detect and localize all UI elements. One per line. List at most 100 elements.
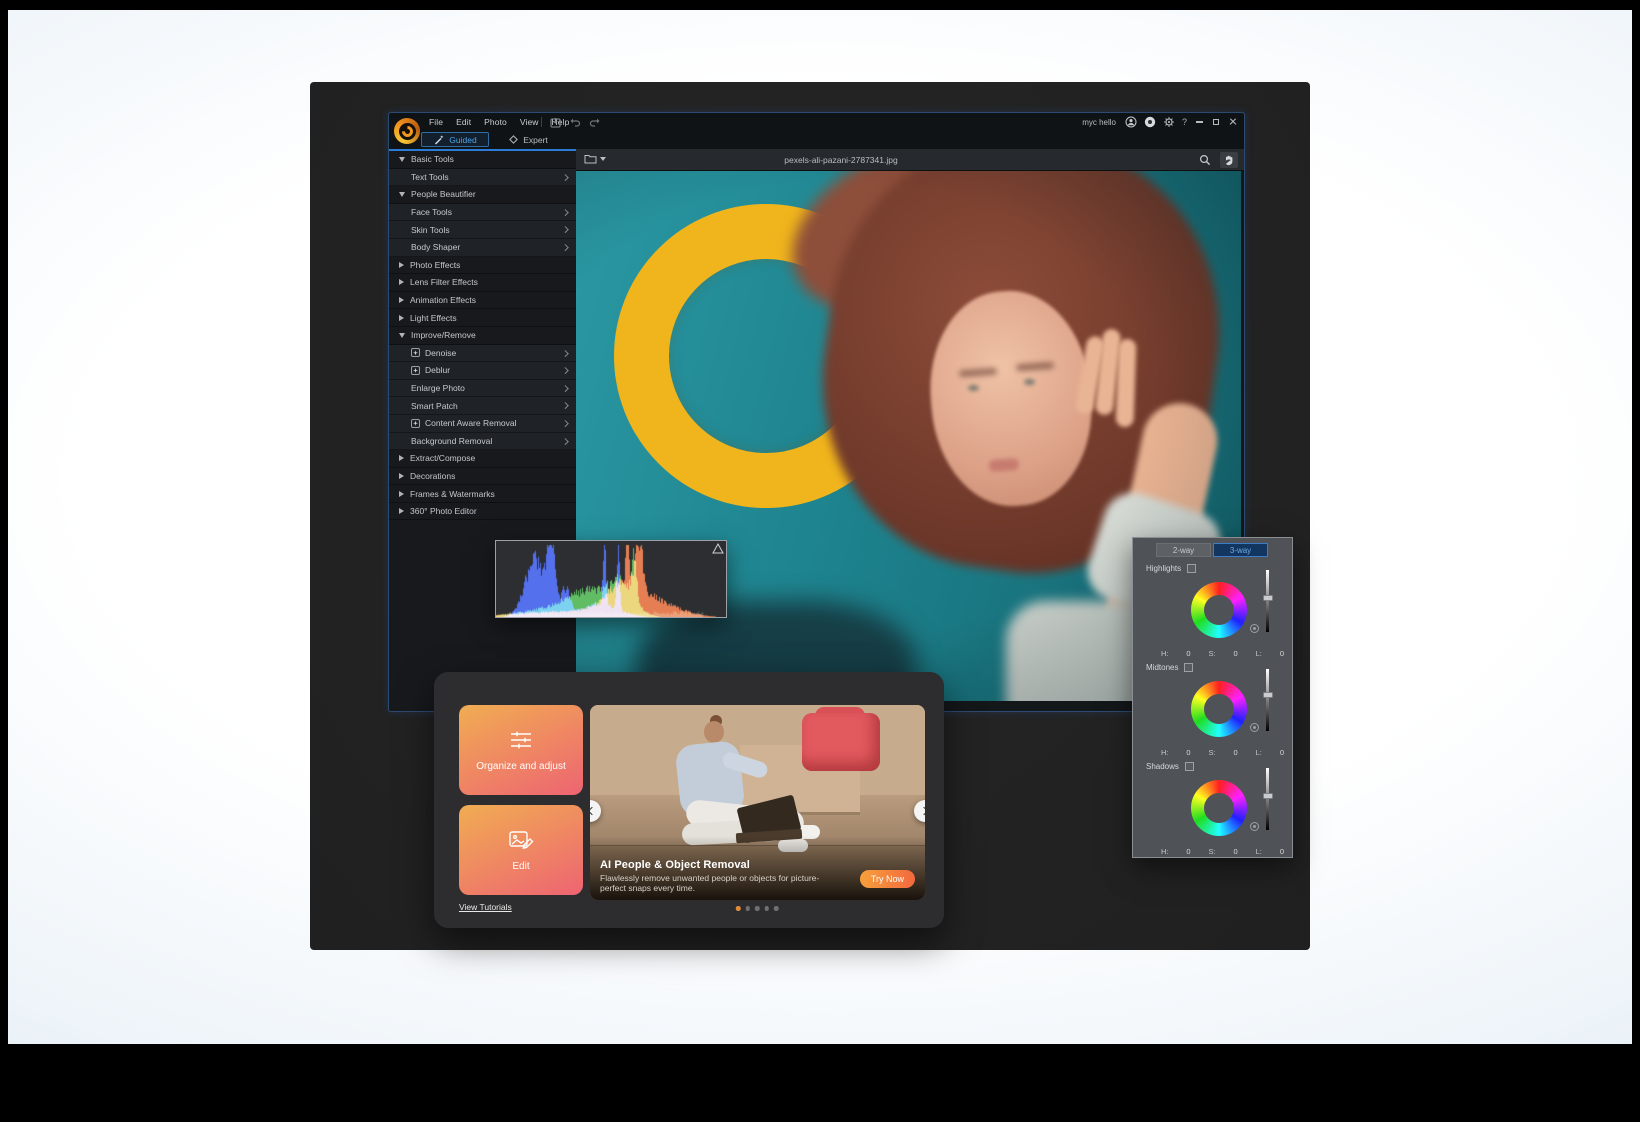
- settings-gear-icon[interactable]: [1163, 116, 1175, 128]
- hsl-label: H:: [1161, 649, 1169, 658]
- sidebar-item-enlarge-photo[interactable]: Enlarge Photo: [389, 380, 576, 398]
- sidebar-label: Body Shaper: [411, 242, 460, 252]
- carousel-prev-button[interactable]: [590, 800, 601, 822]
- histogram-canvas: [496, 541, 726, 617]
- tile-label: Edit: [506, 861, 535, 872]
- sidebar-header-animation-effects[interactable]: Animation Effects: [389, 292, 576, 310]
- zoom-tool-icon[interactable]: [1196, 152, 1214, 168]
- carousel-caption: AI People & Object Removal Flawlessly re…: [600, 859, 830, 894]
- undo-icon[interactable]: [569, 117, 581, 127]
- sidebar-item-denoise[interactable]: Denoise: [389, 345, 576, 363]
- highlights-color-wheel[interactable]: [1191, 582, 1247, 638]
- sidebar-header-lens-filter-effects[interactable]: Lens Filter Effects: [389, 274, 576, 292]
- sidebar-header-people-beautifier[interactable]: People Beautifier: [389, 186, 576, 204]
- notifications-icon[interactable]: [1144, 116, 1156, 128]
- shadows-luminance-slider[interactable]: [1266, 768, 1269, 830]
- chevron-left-icon: [590, 807, 596, 815]
- wheel-hole: [1204, 694, 1234, 724]
- menu-item-edit[interactable]: Edit: [456, 117, 471, 127]
- sidebar-header-photo-effects[interactable]: Photo Effects: [389, 257, 576, 275]
- minimize-button[interactable]: [1194, 116, 1204, 128]
- sidebar-item-smart-patch[interactable]: Smart Patch: [389, 397, 576, 415]
- carousel-dot[interactable]: [745, 906, 750, 911]
- tile-organize-and-adjust[interactable]: Organize and adjust: [459, 705, 583, 795]
- carousel-next-button[interactable]: [914, 800, 925, 822]
- carousel-dot[interactable]: [774, 906, 779, 911]
- hsl-label: S:: [1209, 649, 1216, 658]
- sidebar-header-frames-watermarks[interactable]: Frames & Watermarks: [389, 485, 576, 503]
- carousel-dot[interactable]: [764, 906, 769, 911]
- sidebar-label: Background Removal: [411, 436, 492, 446]
- shadows-color-wheel[interactable]: [1191, 780, 1247, 836]
- help-icon[interactable]: ?: [1182, 117, 1187, 127]
- shadows-checkbox[interactable]: [1185, 762, 1194, 771]
- sidebar-label: Decorations: [410, 471, 455, 481]
- sidebar-header-light-effects[interactable]: Light Effects: [389, 309, 576, 327]
- carousel-dot[interactable]: [736, 906, 741, 911]
- hsl-value: 0: [1234, 847, 1238, 856]
- wheel-reset-button[interactable]: [1250, 723, 1259, 732]
- menu-item-photo[interactable]: Photo: [484, 117, 507, 127]
- wheel-reset-button[interactable]: [1250, 624, 1259, 633]
- browse-folder-button[interactable]: [584, 153, 606, 164]
- menu-item-file[interactable]: File: [429, 117, 443, 127]
- hsl-label: H:: [1161, 748, 1169, 757]
- hsl-value: 0: [1186, 847, 1190, 856]
- tools-sidebar: Basic Tools Text Tools People BeautifierFa…: [389, 149, 576, 711]
- wheel-reset-button[interactable]: [1250, 822, 1259, 831]
- expert-mode-button[interactable]: Expert: [501, 132, 555, 147]
- slider-handle[interactable]: [1263, 595, 1273, 601]
- sidebar-label: Text Tools: [411, 172, 449, 182]
- menu-item-view[interactable]: View: [520, 117, 539, 127]
- sidebar-item-content-aware-removal[interactable]: Content Aware Removal: [389, 415, 576, 433]
- hsl-label: L:: [1256, 649, 1262, 658]
- highlights-luminance-slider[interactable]: [1266, 570, 1269, 632]
- pan-hand-icon[interactable]: [1220, 152, 1238, 168]
- triangle-right-icon: [399, 473, 404, 479]
- sidebar-item-deblur[interactable]: Deblur: [389, 362, 576, 380]
- sidebar-item-body-shaper[interactable]: Body Shaper: [389, 239, 576, 257]
- sidebar-header-decorations[interactable]: Decorations: [389, 468, 576, 486]
- sidebar-item-background-removal[interactable]: Background Removal: [389, 433, 576, 451]
- midtones-luminance-slider[interactable]: [1266, 669, 1269, 731]
- hsl-value: 0: [1234, 649, 1238, 658]
- sidebar-header-basic-tools[interactable]: Basic Tools: [389, 151, 576, 169]
- color-panel-tabs: 2-way3-way: [1156, 543, 1268, 557]
- export-icon[interactable]: [550, 117, 561, 128]
- scene-red-bag-shape: [802, 713, 880, 771]
- folder-icon: [584, 153, 597, 164]
- midtones-checkbox[interactable]: [1184, 663, 1193, 672]
- sidebar-header-extract-compose[interactable]: Extract/Compose: [389, 450, 576, 468]
- sidebar-item-text-tools[interactable]: Text Tools: [389, 169, 576, 187]
- close-button[interactable]: [1228, 116, 1238, 128]
- tile-edit[interactable]: Edit: [459, 805, 583, 895]
- try-now-button[interactable]: Try Now: [860, 870, 915, 888]
- sidebar-item-face-tools[interactable]: Face Tools: [389, 204, 576, 222]
- sidebar-header-360-photo-editor[interactable]: 360° Photo Editor: [389, 503, 576, 521]
- carousel-dot[interactable]: [755, 906, 760, 911]
- chevron-right-icon: [562, 174, 568, 180]
- account-avatar-icon[interactable]: [1125, 116, 1137, 128]
- view-tutorials-link[interactable]: View Tutorials: [459, 902, 512, 912]
- triangle-right-icon: [399, 297, 404, 303]
- highlights-checkbox[interactable]: [1187, 564, 1196, 573]
- slider-handle[interactable]: [1263, 793, 1273, 799]
- chevron-right-icon: [562, 420, 568, 426]
- clipping-warning-icon[interactable]: [712, 543, 724, 554]
- sidebar-label: Deblur: [425, 365, 450, 375]
- triangle-right-icon: [399, 455, 404, 461]
- sidebar-header-improve-remove[interactable]: Improve/Remove: [389, 327, 576, 345]
- color-panel-tab-3-way[interactable]: 3-way: [1213, 543, 1268, 557]
- slider-handle[interactable]: [1263, 692, 1273, 698]
- maximize-button[interactable]: [1211, 116, 1221, 128]
- sidebar-label: 360° Photo Editor: [410, 506, 477, 516]
- hsl-value: 0: [1280, 847, 1284, 856]
- section-label-row: Shadows: [1146, 762, 1194, 771]
- midtones-color-wheel[interactable]: [1191, 681, 1247, 737]
- color-panel-tab-2-way[interactable]: 2-way: [1156, 543, 1211, 557]
- guided-mode-button[interactable]: Guided: [421, 132, 489, 147]
- redo-icon[interactable]: [589, 117, 601, 127]
- sidebar-item-skin-tools[interactable]: Skin Tools: [389, 221, 576, 239]
- chevron-right-icon: [919, 807, 925, 815]
- account-name: myc hello: [1082, 118, 1116, 127]
